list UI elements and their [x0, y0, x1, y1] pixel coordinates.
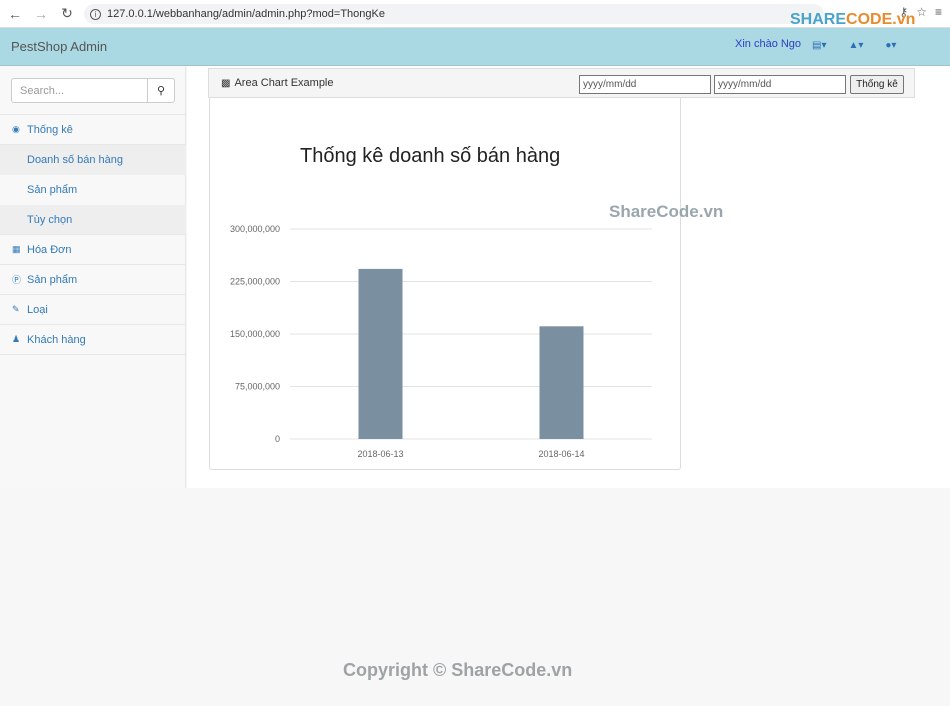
- watermark-footer: Copyright © ShareCode.vn: [343, 660, 573, 680]
- y-tick-label: 150,000,000: [230, 329, 280, 339]
- app-navbar: PestShop Admin Xin chào Ngo ▤▾ ▲▾ ●▾: [0, 28, 950, 66]
- greeting-text: Xin chào Ngo: [735, 38, 802, 50]
- sidebar-subitem-label: Doanh số bán hàng: [27, 154, 124, 166]
- sidebar-item-label: Sản phẩm: [27, 273, 78, 286]
- search-icon: ⚲: [156, 85, 166, 97]
- forward-icon[interactable]: →: [30, 3, 52, 25]
- sidebar-subitem-tuy-chon[interactable]: Tùy chọn: [0, 205, 186, 235]
- y-tick-label: 0: [275, 434, 280, 444]
- sharecode-logo: SHARECODE.vn: [790, 11, 916, 28]
- info-icon[interactable]: i: [90, 8, 101, 20]
- menu-icon[interactable]: ≡: [935, 5, 942, 19]
- sidebar-item-loai[interactable]: ✎ Loại: [0, 295, 186, 325]
- search-input[interactable]: [11, 78, 147, 103]
- sidebar-item-khach-hang[interactable]: ♟ Khách hàng: [0, 325, 186, 355]
- sidebar-subitem-label: Sản phẩm: [27, 184, 78, 196]
- x-tick-label: 2018-06-13: [357, 449, 403, 459]
- sidebar-item-label: Loại: [27, 303, 48, 316]
- y-tick-label: 225,000,000: [230, 277, 280, 287]
- star-icon[interactable]: ☆: [916, 5, 927, 19]
- sidebar-subitem-doanh-so[interactable]: Doanh số bán hàng: [0, 145, 186, 175]
- y-tick-label: 300,000,000: [230, 224, 280, 234]
- dashboard-icon: ◉: [12, 124, 20, 134]
- chart-panel: Thống kê doanh số bán hàng 0 75,000,000 150…: [209, 98, 681, 470]
- search-button[interactable]: ⚲: [147, 78, 175, 103]
- edit-icon: ✎: [12, 304, 20, 314]
- sidebar-subitem-san-pham[interactable]: Sản phẩm: [0, 175, 186, 205]
- alerts-dropdown-icon[interactable]: ▲▾: [848, 40, 863, 51]
- table-icon: ▦: [12, 244, 21, 254]
- sidebar-search: ⚲: [11, 78, 175, 103]
- bar-chart-icon: ▩: [221, 77, 231, 89]
- watermark-middle: ShareCode.vn: [609, 202, 724, 221]
- address-bar[interactable]: i 127.0.0.1/webbanhang/admin/admin.php?m…: [84, 4, 824, 24]
- chart-title: Thống kê doanh số bán hàng: [300, 145, 560, 167]
- brand-title[interactable]: PestShop Admin: [11, 39, 107, 54]
- sidebar-item-label: Thống kê: [27, 123, 73, 136]
- user-icon: ♟: [12, 334, 21, 344]
- date-from-input[interactable]: [579, 75, 711, 94]
- product-icon: Ⓟ: [12, 275, 22, 285]
- reload-icon[interactable]: ↻: [56, 3, 78, 25]
- sidebar-menu: ◉ Thống kê Doanh số bán hàng Sản phẩm Tù…: [0, 114, 186, 355]
- bar: [358, 268, 403, 439]
- y-tick-label: 75,000,000: [235, 382, 280, 392]
- user-dropdown-icon[interactable]: ●▾: [885, 40, 896, 51]
- sidebar-item-hoa-don[interactable]: ▦ Hóa Đơn: [0, 235, 186, 265]
- sidebar-item-label: Hóa Đơn: [27, 243, 72, 256]
- bar-chart: Thống kê doanh số bán hàng 0 75,000,000 150…: [230, 145, 652, 459]
- x-tick-label: 2018-06-14: [538, 449, 584, 459]
- thong-ke-button[interactable]: Thống kê: [850, 75, 904, 94]
- sidebar-item-label: Khách hàng: [27, 333, 86, 346]
- bar: [539, 326, 584, 439]
- sidebar-item-san-pham[interactable]: Ⓟ Sản phẩm: [0, 265, 186, 295]
- sidebar-item-thong-ke[interactable]: ◉ Thống kê: [0, 115, 186, 145]
- back-icon[interactable]: ←: [4, 3, 26, 25]
- sidebar-subitem-label: Tùy chọn: [27, 213, 73, 226]
- main-content: ▩ Area Chart Example Thống kê Thống kê d…: [187, 66, 950, 488]
- panel-title: Area Chart Example: [234, 77, 334, 89]
- url-text: 127.0.0.1/webbanhang/admin/admin.php?mod…: [107, 8, 385, 20]
- date-to-input[interactable]: [714, 75, 846, 94]
- sidebar: ⚲ ◉ Thống kê Doanh số bán hàng Sản phẩm …: [0, 66, 186, 488]
- messages-dropdown-icon[interactable]: ▤▾: [812, 40, 826, 51]
- navbar-icons: ▤▾ ▲▾ ●▾: [812, 40, 918, 51]
